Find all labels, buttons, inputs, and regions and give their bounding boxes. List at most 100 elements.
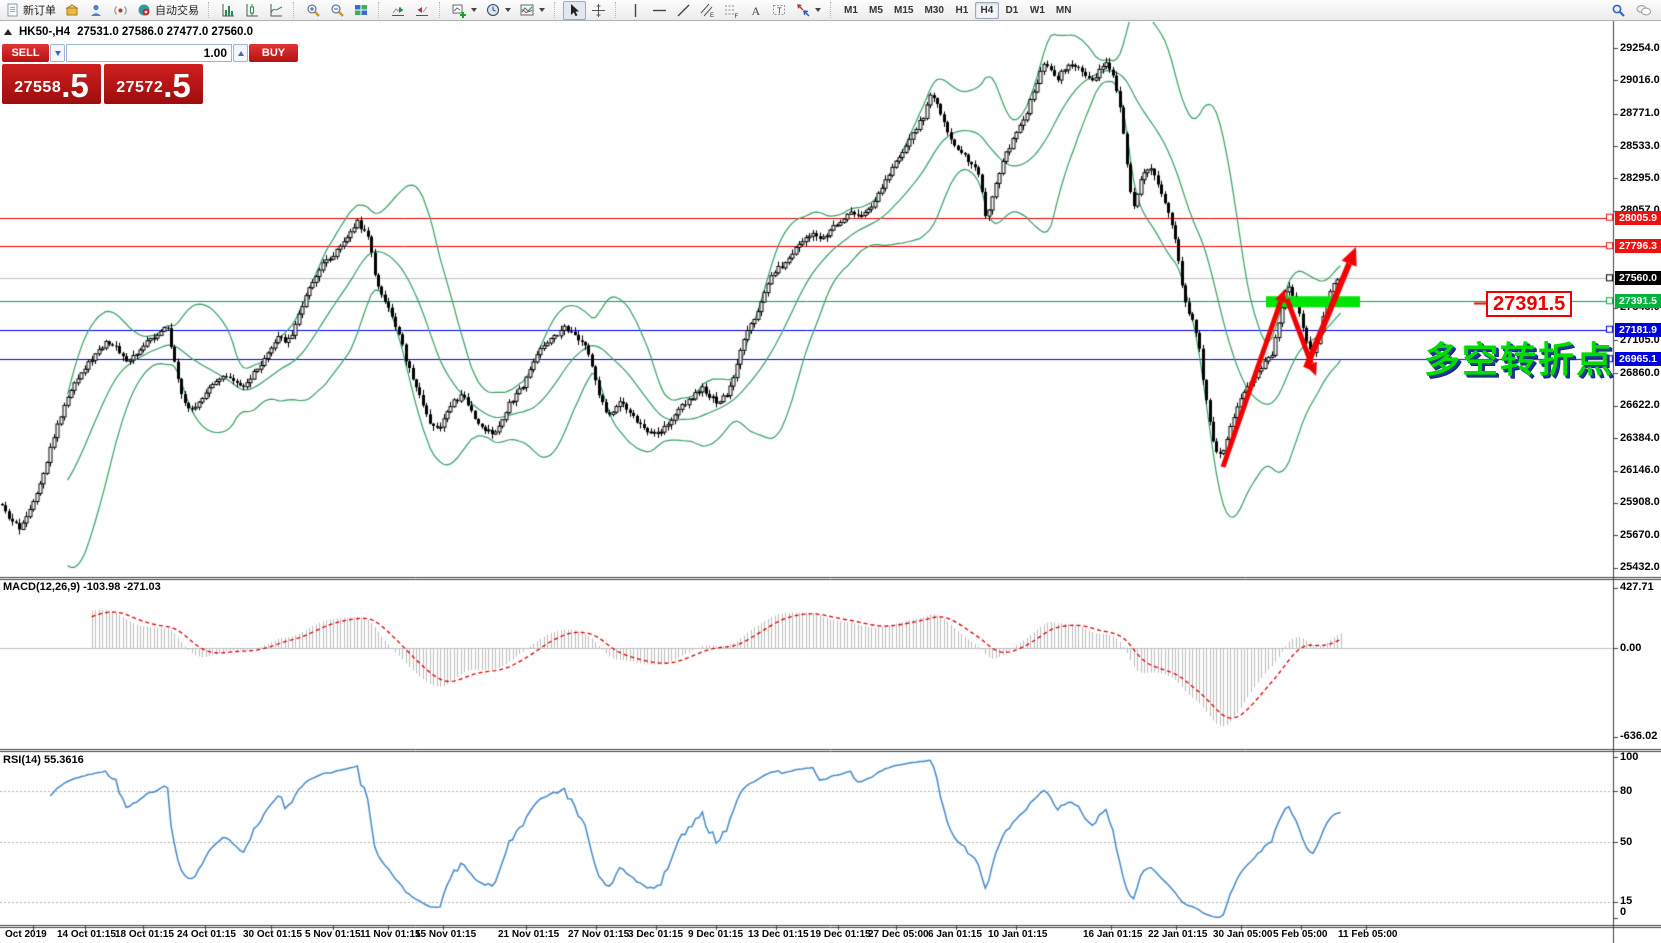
- timeframe-mn[interactable]: MN: [1051, 2, 1077, 19]
- chart-shift-button[interactable]: [411, 1, 434, 20]
- trendline-button[interactable]: [672, 1, 695, 20]
- fibonacci-button[interactable]: F: [720, 1, 743, 20]
- triangle-up-icon: [238, 51, 244, 56]
- chart-window-icon[interactable]: [61, 1, 84, 20]
- zoom-out-button[interactable]: [326, 1, 349, 20]
- candle-chart-button[interactable]: [241, 1, 264, 20]
- sell-price-display[interactable]: 27558.5: [2, 64, 101, 104]
- timeframe-w1[interactable]: W1: [1025, 2, 1050, 19]
- chart-area[interactable]: [0, 0, 1661, 943]
- time-axis-label: 5 Nov 01:15: [305, 929, 361, 940]
- autotrading-button[interactable]: 自动交易: [133, 1, 203, 20]
- time-axis-label: 11 Nov 01:15: [360, 929, 421, 940]
- cursor-icon: [567, 3, 582, 18]
- svg-text:E: E: [710, 13, 714, 18]
- arrows-icon: [796, 3, 811, 18]
- price-axis-label: 26622.0: [1620, 399, 1660, 411]
- price-axis-label: 26384.0: [1620, 432, 1660, 444]
- buy-price-display[interactable]: 27572.5: [104, 64, 203, 104]
- time-axis-label: 19 Dec 01:15: [810, 929, 871, 940]
- text-label-icon: T: [772, 3, 787, 18]
- autotrading-icon: [137, 3, 152, 18]
- line-chart-icon: [269, 3, 284, 18]
- chevron-down-icon: [815, 8, 821, 12]
- timeframe-h4[interactable]: H4: [975, 2, 999, 19]
- price-axis-label: 28295.0: [1620, 172, 1660, 184]
- bar-chart-button[interactable]: [217, 1, 240, 20]
- svg-text:A: A: [752, 4, 761, 18]
- crosshair-button[interactable]: [587, 1, 610, 20]
- navigator-icon-icon: [89, 3, 104, 18]
- time-axis-label: 27 Dec 05:00: [868, 929, 929, 940]
- svg-text:T: T: [777, 6, 782, 15]
- volume-increase-button[interactable]: [233, 44, 248, 62]
- macd-indicator-label: MACD(12,26,9) -103.98 -271.03: [3, 581, 161, 593]
- timeframe-m30[interactable]: M30: [919, 2, 948, 19]
- timeframe-m15[interactable]: M15: [889, 2, 918, 19]
- new-chart-button[interactable]: [448, 1, 481, 20]
- timeframe-m1[interactable]: M1: [839, 2, 863, 19]
- new-order-button[interactable]: 新订单: [2, 1, 60, 20]
- navigator-icon[interactable]: [85, 1, 108, 20]
- macd-axis-label: 0.00: [1620, 642, 1641, 654]
- text-label-button[interactable]: T: [768, 1, 791, 20]
- toolbar-separator: [830, 2, 836, 18]
- buy-button[interactable]: BUY: [249, 44, 298, 62]
- timeframe-h1[interactable]: H1: [950, 2, 974, 19]
- signals-icon[interactable]: [109, 1, 132, 20]
- price-axis-label: 25432.0: [1620, 561, 1660, 573]
- toolbar-separator: [293, 2, 299, 18]
- rsi-axis-label: 80: [1620, 785, 1632, 797]
- templates-button[interactable]: [516, 1, 549, 20]
- candle-chart-icon: [245, 3, 260, 18]
- zoom-in-button[interactable]: [302, 1, 325, 20]
- line-chart-button[interactable]: [265, 1, 288, 20]
- arrows-button[interactable]: [792, 1, 825, 20]
- equidistant-channel-button[interactable]: E: [696, 1, 719, 20]
- time-axis-label: 9 Dec 01:15: [688, 929, 743, 940]
- sell-button[interactable]: SELL: [2, 44, 49, 62]
- timeframe-d1[interactable]: D1: [1000, 2, 1024, 19]
- triangle-down-icon: [55, 51, 61, 56]
- price-axis-label: 28533.0: [1620, 140, 1660, 152]
- text-button[interactable]: A: [744, 1, 767, 20]
- volume-decrease-button[interactable]: [50, 44, 65, 62]
- symbol-info: HK50-,H4 27531.0 27586.0 27477.0 27560.0: [4, 26, 253, 38]
- toolbar-separator: [378, 2, 384, 18]
- rsi-indicator-label: RSI(14) 55.3616: [3, 754, 84, 766]
- toolbar-separator: [615, 2, 621, 18]
- macd-axis-label: 427.71: [1620, 581, 1654, 593]
- auto-scroll-button[interactable]: [387, 1, 410, 20]
- zoom-out-icon: [330, 3, 345, 18]
- horizontal-line-button[interactable]: [648, 1, 671, 20]
- collapse-panel-icon[interactable]: [4, 29, 12, 35]
- volume-input[interactable]: [66, 44, 232, 62]
- chat-button[interactable]: [1631, 1, 1657, 20]
- price-line-badge: 27560.0: [1615, 271, 1661, 285]
- search-button[interactable]: [1607, 1, 1630, 20]
- profiles-button[interactable]: [482, 1, 515, 20]
- time-axis-label: 13 Dec 01:15: [748, 929, 809, 940]
- time-axis-label: 14 Oct 01:15: [57, 929, 116, 940]
- price-axis-label: 26146.0: [1620, 464, 1660, 476]
- price-tag-label[interactable]: 27391.5: [1486, 291, 1572, 317]
- new-order-icon: [6, 3, 20, 18]
- trendline-icon: [676, 3, 691, 18]
- chart-shift-icon: [415, 3, 430, 18]
- cursor-button[interactable]: [563, 1, 586, 20]
- horizontal-line-icon: [652, 3, 667, 18]
- vertical-line-button[interactable]: [624, 1, 647, 20]
- time-axis-label: 3 Dec 01:15: [628, 929, 683, 940]
- svg-text:F: F: [735, 14, 739, 18]
- time-axis-label: 10 Jan 01:15: [988, 929, 1048, 940]
- profiles-icon: [486, 3, 501, 18]
- templates-icon: [520, 3, 535, 18]
- price-line-badge: 27181.9: [1615, 323, 1661, 337]
- chevron-down-icon: [539, 8, 545, 12]
- price-line-badge: 27796.3: [1615, 239, 1661, 253]
- chart-window-icon-icon: [65, 3, 80, 18]
- tile-windows-button[interactable]: [350, 1, 373, 20]
- time-axis-label: 16 Jan 01:15: [1083, 929, 1143, 940]
- turning-point-annotation[interactable]: 多空转折点: [1424, 331, 1614, 383]
- timeframe-m5[interactable]: M5: [864, 2, 888, 19]
